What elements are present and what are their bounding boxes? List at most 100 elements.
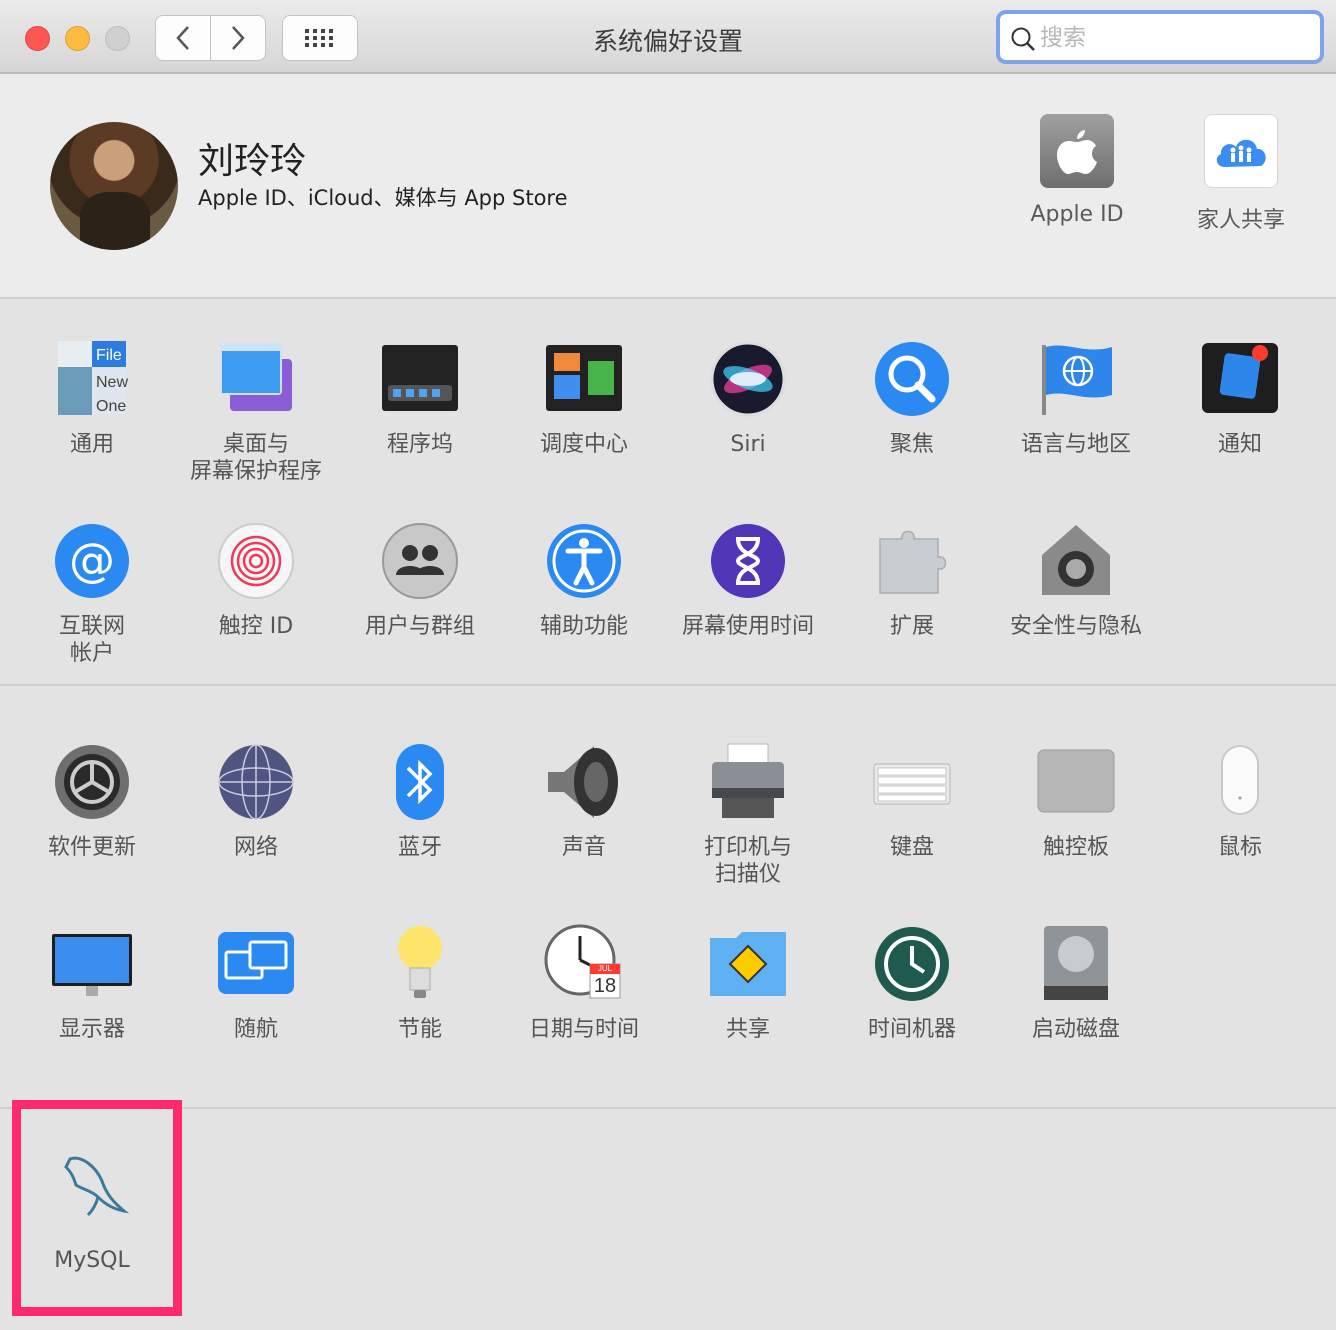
pane-sound[interactable]: 声音: [502, 742, 666, 861]
family-sharing-pane[interactable]: 家人共享: [1166, 114, 1316, 234]
printers-scanners-icon: [708, 742, 788, 822]
pane-dock[interactable]: 程序坞: [338, 339, 502, 458]
pane-startup-disk[interactable]: 启动磁盘: [994, 924, 1158, 1043]
pane-touch-id[interactable]: 触控 ID: [174, 521, 338, 640]
family-sharing-icon: [1204, 114, 1278, 188]
energy-saver-icon: [380, 924, 460, 1004]
sidecar-icon: [216, 924, 296, 1004]
network-icon: [216, 742, 296, 822]
apple-id-pane[interactable]: Apple ID: [1002, 114, 1152, 227]
displays-icon: [52, 924, 132, 1004]
internet-accounts-icon: @: [52, 521, 132, 601]
title-bar: 系统偏好设置: [0, 0, 1336, 74]
apple-id-icon: [1040, 114, 1114, 188]
selection-highlight: [12, 1100, 182, 1316]
pane-sidecar[interactable]: 随航: [174, 924, 338, 1043]
pane-accessibility[interactable]: 辅助功能: [502, 521, 666, 640]
search-field[interactable]: [996, 10, 1324, 64]
pane-siri[interactable]: Siri: [666, 339, 830, 458]
pane-extensions[interactable]: 扩展: [830, 521, 994, 640]
window-title: 系统偏好设置: [592, 27, 743, 56]
pane-label: 日期与时间: [528, 1017, 639, 1042]
personal-section: File New One 通用 桌面与 屏幕保护程序 程序坞 调度中心 Siri 聚…: [0, 299, 1336, 686]
pane-label: 屏幕使用时间: [681, 614, 814, 639]
pane-label: 网络: [233, 835, 278, 860]
search-input[interactable]: [1038, 20, 1312, 56]
pane-spotlight[interactable]: 聚焦: [830, 339, 994, 458]
pane-label: 蓝牙: [397, 835, 442, 860]
family-sharing-label: 家人共享: [1196, 208, 1285, 233]
other-section: MySQL: [0, 1109, 1336, 1330]
pane-label: 鼠标: [1217, 835, 1262, 860]
pane-time-machine[interactable]: 时间机器: [830, 924, 994, 1043]
pane-label: 打印机与 扫描仪: [703, 835, 792, 887]
pane-label: 通知: [1217, 432, 1262, 457]
pane-security-privacy[interactable]: 安全性与隐私: [994, 521, 1158, 640]
pane-label: 启动磁盘: [1031, 1017, 1120, 1042]
pane-label: 软件更新: [47, 835, 136, 860]
users-groups-icon: [380, 521, 460, 601]
close-button[interactable]: [25, 26, 50, 51]
pane-bluetooth[interactable]: 蓝牙: [338, 742, 502, 861]
forward-button[interactable]: [210, 15, 266, 61]
pane-date-time[interactable]: JUL 18 日期与时间: [502, 924, 666, 1043]
screen-time-icon: [708, 521, 788, 601]
pane-mouse[interactable]: 鼠标: [1158, 742, 1322, 861]
back-button[interactable]: [155, 15, 211, 61]
pane-software-update[interactable]: 软件更新: [10, 742, 174, 861]
svg-text:New: New: [96, 374, 128, 391]
show-all-button[interactable]: [282, 15, 358, 61]
pane-label: 扩展: [889, 614, 934, 639]
date-time-icon: JUL 18: [544, 924, 624, 1004]
pane-label: 程序坞: [386, 432, 453, 457]
time-machine-icon: [872, 924, 952, 1004]
pane-label: 随航: [233, 1017, 278, 1042]
svg-text:One: One: [96, 398, 126, 415]
trackpad-icon: [1036, 742, 1116, 822]
pane-energy-saver[interactable]: 节能: [338, 924, 502, 1043]
account-name[interactable]: 刘玲玲: [198, 132, 306, 184]
pane-label: 声音: [561, 835, 606, 860]
sharing-icon: [708, 924, 788, 1004]
zoom-button[interactable]: [105, 26, 130, 51]
pane-label: 时间机器: [867, 1017, 956, 1042]
pane-network[interactable]: 网络: [174, 742, 338, 861]
pane-displays[interactable]: 显示器: [10, 924, 174, 1043]
pane-label: 调度中心: [539, 432, 628, 457]
pane-label: 节能: [397, 1017, 442, 1042]
dock-icon: [380, 339, 460, 419]
general-icon: File New One: [52, 339, 132, 419]
pane-trackpad[interactable]: 触控板: [994, 742, 1158, 861]
security-privacy-icon: [1036, 521, 1116, 601]
hardware-section: 软件更新 网络 蓝牙 声音 打印机与 扫描仪 键盘 触控板 鼠标 显示器 随航 …: [0, 686, 1336, 1109]
pane-keyboard[interactable]: 键盘: [830, 742, 994, 861]
pane-label: 桌面与 屏幕保护程序: [189, 432, 322, 484]
pane-printers-scanners[interactable]: 打印机与 扫描仪: [666, 742, 830, 888]
calendar-day: 18: [593, 975, 617, 997]
minimize-button[interactable]: [65, 26, 90, 51]
mouse-icon: [1200, 742, 1280, 822]
svg-text:@: @: [69, 533, 115, 587]
pane-label: 用户与群组: [364, 614, 475, 639]
search-icon: [1011, 27, 1035, 51]
pane-label: 触控板: [1042, 835, 1109, 860]
apple-id-label: Apple ID: [1030, 202, 1124, 227]
pane-label: 安全性与隐私: [1009, 614, 1142, 639]
siri-icon: [708, 339, 788, 419]
pane-screen-time[interactable]: 屏幕使用时间: [666, 521, 830, 640]
svg-text:File: File: [96, 347, 122, 364]
pane-internet-accounts[interactable]: @ 互联网 帐户: [10, 521, 174, 667]
pane-label: Siri: [730, 432, 766, 457]
pane-users-groups[interactable]: 用户与群组: [338, 521, 502, 640]
pane-label: 共享: [725, 1017, 770, 1042]
pane-label: 键盘: [889, 835, 934, 860]
pane-mission-control[interactable]: 调度中心: [502, 339, 666, 458]
pane-label: 通用: [69, 432, 114, 457]
pane-language-region[interactable]: 语言与地区: [994, 339, 1158, 458]
pane-notifications[interactable]: 通知: [1158, 339, 1322, 458]
pane-label: 辅助功能: [539, 614, 628, 639]
pane-desktop-screensaver[interactable]: 桌面与 屏幕保护程序: [174, 339, 338, 485]
avatar[interactable]: [50, 122, 178, 250]
pane-sharing[interactable]: 共享: [666, 924, 830, 1043]
pane-general[interactable]: File New One 通用: [10, 339, 174, 458]
